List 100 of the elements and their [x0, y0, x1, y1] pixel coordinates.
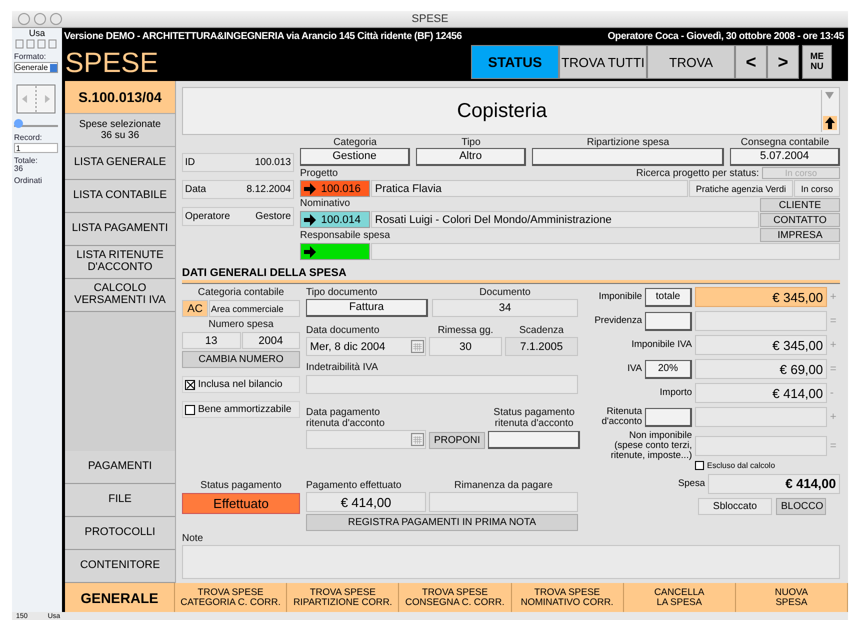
contact-button[interactable]: CLIENTE [760, 198, 840, 212]
calendar-icon[interactable] [411, 340, 424, 353]
minimize-button[interactable] [34, 13, 46, 25]
up-arrow-icon[interactable] [822, 116, 836, 130]
amount-label: Imponibile IVA [630, 340, 692, 350]
amount-option-button[interactable] [645, 408, 692, 426]
toolbar-icons[interactable] [14, 39, 58, 49]
propose-button[interactable]: PROPONI [429, 432, 486, 449]
book-icon[interactable] [16, 84, 56, 114]
selection-count: 36 su 36 [100, 130, 140, 141]
field-label: Nominativo [300, 198, 352, 210]
checkbox-label: Inclusa nel bilancio [198, 379, 282, 390]
dropdown-field[interactable]: Gestione [300, 148, 410, 166]
contact-button[interactable]: CONTATTO [760, 213, 840, 227]
vat-field[interactable] [306, 375, 578, 394]
dropdown-field[interactable]: Altro [416, 148, 526, 166]
lock-button[interactable]: BLOCCO [776, 498, 826, 515]
checkbox[interactable] [185, 380, 195, 390]
mode-label: Usa [28, 28, 45, 38]
total-count: 36 [14, 164, 23, 173]
info-field: Operatore Gestore [182, 207, 294, 226]
amount-option-button[interactable]: totale [645, 288, 692, 306]
field-label: Status pagamento ritenuta d'acconto [492, 408, 576, 429]
operator-sign: + [830, 291, 838, 303]
header-button[interactable]: TROVA TUTTI [559, 45, 647, 79]
link-code[interactable]: 100.014 [300, 211, 370, 228]
info-field: ID 100.013 [182, 153, 294, 172]
document-type-field[interactable]: Fattura [306, 299, 428, 317]
field-label: Indetraibilità IVA [306, 362, 380, 373]
header-button[interactable]: TROVA [647, 45, 735, 79]
format-label: Formato: [14, 52, 46, 61]
field-label: Data documento [306, 325, 380, 336]
lock-status: Sbloccato [698, 498, 772, 515]
header-button[interactable]: < [735, 45, 767, 79]
field-label: Status pagamento [199, 480, 283, 491]
nav-button[interactable]: LISTA RITENUTE D'ACCONTO [65, 246, 175, 279]
amount-option-button[interactable]: 20% [645, 360, 692, 378]
down-triangle-icon[interactable] [825, 92, 834, 99]
dropdown-field[interactable]: 5.07.2004 [730, 148, 840, 166]
field-label: Numero spesa [207, 319, 275, 330]
expense-number: 13 [182, 332, 240, 349]
right-arrow-icon [303, 214, 317, 226]
field-label: Tipo documento [306, 287, 378, 298]
info-field: Data 8.12.2004 [182, 180, 294, 199]
operator-sign: + [830, 411, 838, 423]
project-status: In corso [794, 180, 840, 197]
calendar-icon[interactable] [411, 433, 424, 446]
nav-button[interactable]: CONTENITORE [65, 550, 175, 583]
due-date: 7.1.2005 [505, 337, 578, 356]
nav-button[interactable]: CALCOLO VERSAMENTI IVA [65, 279, 175, 312]
zoom-button[interactable] [50, 13, 62, 25]
field-label: Scadenza [518, 325, 565, 336]
amount-option-button[interactable] [645, 312, 692, 330]
change-number-button[interactable]: CAMBIA NUMERO [182, 351, 300, 368]
operator-sign: + [830, 339, 838, 351]
field-label: Progetto [300, 168, 338, 179]
layout-select[interactable]: Generale [14, 62, 58, 73]
record-label: Record: [14, 133, 42, 142]
nav-button[interactable]: FILE [65, 484, 175, 517]
record-field[interactable]: 1 [14, 143, 58, 153]
header-button[interactable]: ME NU [802, 45, 832, 79]
operator-sign: = [830, 315, 838, 327]
nav-button[interactable]: LISTA PAGAMENTI [65, 213, 175, 246]
section-title: DATI GENERALI DELLA SPESA [182, 265, 840, 283]
withholding-status-field[interactable] [488, 431, 580, 449]
record-code: S.100.013/04 [65, 81, 175, 114]
right-arrow-icon [303, 246, 317, 258]
field-label: Categoria [332, 137, 378, 148]
header-button[interactable]: > [767, 45, 799, 79]
selection-label: Spese selezionate [79, 119, 161, 130]
amount-label: Ritenuta d'acconto [600, 407, 642, 427]
header-button[interactable]: STATUS [471, 45, 559, 79]
nav-button[interactable]: LISTA GENERALE [65, 147, 175, 180]
field-label: Pagamento effettuato [306, 480, 402, 491]
register-payments-button[interactable]: REGISTRA PAGAMENTI IN PRIMA NOTA [306, 514, 578, 531]
record-title: Copisteria [456, 100, 548, 122]
withholding-date-field[interactable] [306, 430, 426, 449]
amount-label: Imponibile [598, 292, 642, 302]
project-code[interactable]: 100.016 [300, 180, 370, 197]
checkbox[interactable] [695, 460, 704, 470]
slider-thumb[interactable] [14, 119, 23, 128]
field-label: Categoria contabile [196, 287, 286, 298]
document-number: 34 [432, 299, 578, 317]
payment-status[interactable]: Effettuato [182, 493, 300, 514]
nav-button[interactable]: PROTOCOLLI [65, 517, 175, 550]
right-arrow-icon [303, 182, 317, 194]
contact-button[interactable]: IMPRESA [760, 228, 840, 242]
amount-field: € 69,00 [695, 359, 827, 379]
close-button[interactable] [18, 13, 30, 25]
nav-button[interactable]: PAGAMENTI [65, 451, 175, 484]
payment-days: 30 [429, 337, 502, 356]
link-name: Rosati Luigi - Colori Del Mondo/Amministrazione [371, 211, 759, 228]
nav-button[interactable]: LISTA CONTABILE [65, 180, 175, 213]
document-date-field[interactable]: Mer, 8 dic 2004 [306, 337, 426, 356]
operator-date: Operatore Coca - Giovedì, 30 ottobre 2008 - ore 13:45 [608, 31, 844, 42]
note-field[interactable] [182, 545, 840, 579]
dropdown-field[interactable] [532, 148, 724, 166]
link-code[interactable] [300, 243, 370, 260]
sort-status: Ordinati [14, 176, 42, 185]
checkbox[interactable] [185, 404, 195, 414]
